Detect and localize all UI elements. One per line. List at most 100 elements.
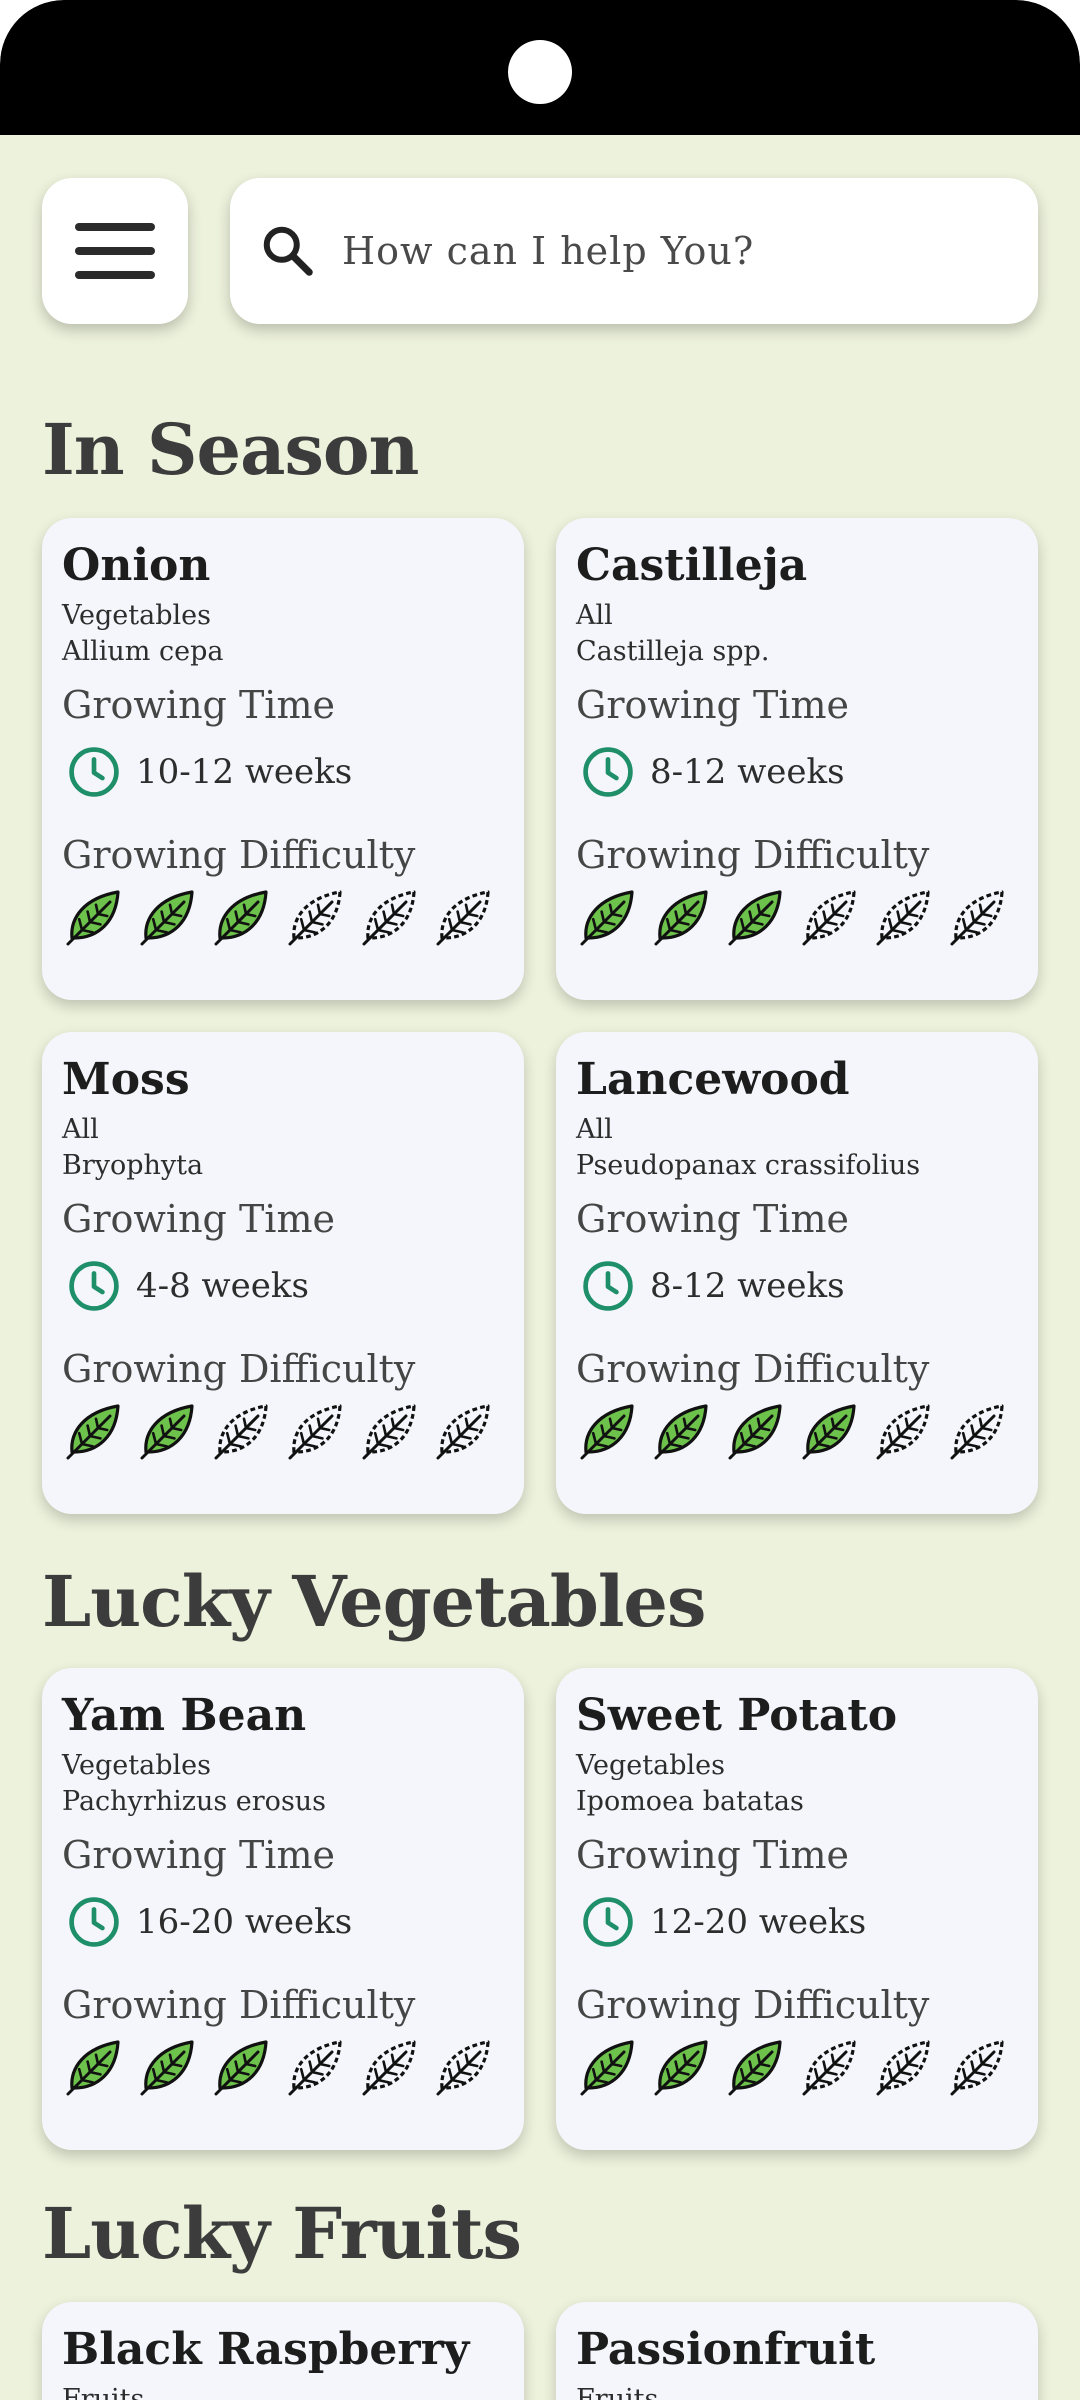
plant-card[interactable]: Black Raspberry Fruits [42,2302,524,2400]
plant-card[interactable]: Passionfruit Fruits [556,2302,1038,2400]
plant-card[interactable]: Lancewood All Pseudopanax crassifolius G… [556,1032,1038,1514]
growing-time-label: Growing Time [576,683,849,727]
plant-category: All [576,1114,613,1145]
plant-category: Vegetables [62,600,211,631]
plant-category: Fruits [62,2384,145,2400]
leaf-icon [876,2040,930,2096]
plant-name: Lancewood [576,1054,850,1105]
plant-category: Fruits [576,2384,659,2400]
growing-time-label: Growing Time [62,1197,335,1241]
plant-scientific-name: Castilleja spp. [576,636,770,667]
growing-time-value: 8-12 weeks [650,1266,845,1306]
clock-icon [69,1261,119,1311]
leaf-icon [950,890,1004,946]
plant-name: Moss [62,1054,190,1105]
plant-name: Passionfruit [576,2324,876,2375]
leaf-icon [436,1404,490,1460]
plant-scientific-name: Bryophyta [62,1150,204,1181]
section-title-lucky-vegetables: Lucky Vegetables [42,1560,706,1643]
clock-icon [583,747,633,797]
plant-name: Black Raspberry [62,2324,470,2375]
front-camera [508,40,572,104]
plant-scientific-name: Allium cepa [62,636,224,667]
plant-category: Vegetables [62,1750,211,1781]
leaf-icon [728,890,782,946]
leaf-icon [140,2040,194,2096]
growing-time-row: 8-12 weeks [576,738,1018,806]
growing-time-value: 16-20 weeks [136,1902,353,1942]
growing-time-value: 8-12 weeks [650,752,845,792]
leaf-icon [580,890,634,946]
search-bar[interactable] [230,178,1038,324]
leaf-icon [362,2040,416,2096]
leaf-icon [362,890,416,946]
difficulty-rating [62,2034,504,2098]
leaf-icon [802,890,856,946]
plant-name: Sweet Potato [576,1690,898,1741]
growing-time-row: 10-12 weeks [62,738,504,806]
leaf-icon [288,2040,342,2096]
leaf-icon [66,890,120,946]
difficulty-rating [576,884,1018,948]
clock-icon [69,747,119,797]
growing-difficulty-label: Growing Difficulty [62,1983,416,2027]
leaf-icon [140,890,194,946]
growing-time-row: 8-12 weeks [576,1252,1018,1320]
plant-category: All [576,600,613,631]
leaf-icon [66,1404,120,1460]
search-input[interactable] [340,228,1024,274]
plant-name: Yam Bean [62,1690,307,1741]
search-icon [263,226,313,276]
plant-card[interactable]: Castilleja All Castilleja spp. Growing T… [556,518,1038,1000]
difficulty-rating [62,1398,504,1462]
clock-icon [69,1897,119,1947]
difficulty-rating [576,1398,1018,1462]
leaf-icon [140,1404,194,1460]
leaf-icon [288,890,342,946]
growing-difficulty-label: Growing Difficulty [62,833,416,877]
leaf-icon [728,1404,782,1460]
menu-button[interactable] [42,178,188,324]
growing-difficulty-label: Growing Difficulty [576,833,930,877]
plant-card[interactable]: Yam Bean Vegetables Pachyrhizus erosus G… [42,1668,524,2150]
plant-name: Onion [62,540,211,591]
growing-time-label: Growing Time [576,1197,849,1241]
plant-category: All [62,1114,99,1145]
plant-scientific-name: Pseudopanax crassifolius [576,1150,921,1181]
leaf-icon [214,890,268,946]
leaf-icon [654,2040,708,2096]
section-title-in-season: In Season [42,408,419,491]
plant-name: Castilleja [576,540,808,591]
growing-time-label: Growing Time [576,1833,849,1877]
plant-category: Vegetables [576,1750,725,1781]
difficulty-rating [576,2034,1018,2098]
status-bar [0,0,1080,135]
plant-card[interactable]: Moss All Bryophyta Growing Time 4-8 week… [42,1032,524,1514]
growing-difficulty-label: Growing Difficulty [62,1347,416,1391]
growing-difficulty-label: Growing Difficulty [576,1347,930,1391]
leaf-icon [654,1404,708,1460]
growing-time-value: 10-12 weeks [136,752,353,792]
leaf-icon [214,1404,268,1460]
plant-card[interactable]: Sweet Potato Vegetables Ipomoea batatas … [556,1668,1038,2150]
growing-time-label: Growing Time [62,683,335,727]
leaf-icon [436,2040,490,2096]
leaf-icon [802,2040,856,2096]
plant-card[interactable]: Onion Vegetables Allium cepa Growing Tim… [42,518,524,1000]
leaf-icon [436,890,490,946]
growing-time-value: 4-8 weeks [136,1266,309,1306]
leaf-icon [66,2040,120,2096]
growing-time-value: 12-20 weeks [650,1902,867,1942]
growing-time-row: 12-20 weeks [576,1888,1018,1956]
leaf-icon [876,890,930,946]
clock-icon [583,1897,633,1947]
leaf-icon [802,1404,856,1460]
leaf-icon [950,2040,1004,2096]
leaf-icon [288,1404,342,1460]
growing-time-row: 4-8 weeks [62,1252,504,1320]
plant-scientific-name: Pachyrhizus erosus [62,1786,327,1817]
leaf-icon [728,2040,782,2096]
app-screen: In Season Onion Vegetables Allium cepa G… [0,0,1080,2400]
leaf-icon [876,1404,930,1460]
growing-time-label: Growing Time [62,1833,335,1877]
